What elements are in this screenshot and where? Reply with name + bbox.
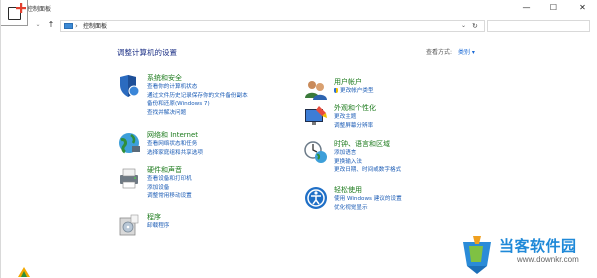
category-title[interactable]: 系统和安全	[147, 74, 182, 83]
view-by-dropdown[interactable]: 类别 ▾	[458, 49, 475, 56]
link-homegroup-sharing[interactable]: 选择家庭组和共享选项	[147, 149, 203, 158]
watermark-url: www.downkr.com	[517, 255, 579, 264]
breadcrumb-control-panel[interactable]: 控制面板	[83, 22, 107, 31]
view-by: 查看方式: 类别 ▾	[426, 47, 475, 56]
watermark-text: 当客软件园	[499, 237, 577, 255]
link-screen-resolution[interactable]: 调整屏幕分辨率	[334, 122, 373, 131]
breadcrumb-separator[interactable]: ›	[75, 21, 78, 31]
link-change-account-type[interactable]: 更改帐户类型	[334, 87, 374, 96]
ease-of-access-icon	[305, 187, 327, 209]
network-globe-icon	[119, 133, 140, 154]
users-icon	[305, 81, 327, 100]
view-by-label: 查看方式:	[426, 49, 453, 56]
printer-icon	[120, 168, 138, 189]
category-title[interactable]: 用户帐户	[334, 78, 362, 87]
title-bar: 控制面板 — ☐ ✕	[1, 0, 597, 16]
link-add-device[interactable]: 添加设备	[147, 184, 192, 193]
link-recommended-settings[interactable]: 使用 Windows 建议的设置	[334, 195, 402, 204]
link-view-computer-status[interactable]: 查看你的计算机状态	[147, 83, 248, 92]
up-arrow-icon[interactable]: ↑	[46, 19, 56, 31]
close-button[interactable]: ✕	[570, 0, 595, 16]
link-add-language[interactable]: 添加语言	[334, 149, 401, 158]
category-title[interactable]: 外观和个性化	[334, 104, 376, 113]
category-title[interactable]: 时钟、语言和区域	[334, 140, 390, 149]
maximize-button[interactable]: ☐	[541, 0, 566, 16]
navigation-bar: ← → ⌄ ↑ › 控制面板 ⌄ ↻	[1, 16, 597, 36]
address-dropdown-icon[interactable]: ⌄	[461, 21, 466, 31]
category-title[interactable]: 硬件和声音	[147, 166, 182, 175]
minimize-button[interactable]: —	[514, 0, 539, 16]
category-title[interactable]: 轻松使用	[334, 186, 362, 195]
clock-globe-icon	[304, 141, 327, 163]
appearance-palette-icon	[305, 106, 327, 125]
link-file-history-backup[interactable]: 通过文件历史记录保存你的文件备份副本	[147, 92, 248, 101]
link-network-status[interactable]: 查看网络状态和任务	[147, 140, 203, 149]
link-backup-restore[interactable]: 备份和还原(Windows 7)	[147, 100, 248, 109]
watermark-logo-icon	[463, 236, 491, 274]
link-optimize-visual-display[interactable]: 优化视觉显示	[334, 204, 402, 213]
recent-locations-chevron-icon[interactable]: ⌄	[33, 19, 43, 31]
link-devices-printers[interactable]: 查看设备和打印机	[147, 175, 192, 184]
category-title[interactable]: 网络和 Internet	[147, 131, 198, 140]
control-panel-window: 控制面板 — ☐ ✕ ← → ⌄ ↑ › 控制面板 ⌄ ↻ 调整计算机的设置 查…	[0, 0, 597, 278]
link-change-input-method[interactable]: 更换输入法	[334, 158, 401, 167]
new-window-badge-icon[interactable]	[1, 0, 28, 26]
programs-disc-icon	[119, 214, 139, 236]
window-title: 控制面板	[27, 6, 52, 13]
category-title[interactable]: 程序	[147, 213, 161, 222]
shield-icon	[120, 75, 140, 97]
control-panel-location-icon	[64, 23, 73, 29]
address-bar[interactable]: › 控制面板 ⌄ ↻	[60, 20, 485, 32]
refresh-icon[interactable]: ↻	[472, 21, 478, 31]
page-title: 调整计算机的设置	[117, 48, 177, 57]
taskbar-app-icon[interactable]	[17, 266, 31, 278]
link-date-time-format[interactable]: 更改日期、时间或数字格式	[334, 166, 401, 175]
search-input[interactable]	[487, 20, 590, 32]
site-watermark: 当客软件园 www.downkr.com	[457, 232, 597, 276]
link-troubleshoot[interactable]: 查找并解决问题	[147, 109, 248, 118]
link-mobility-settings[interactable]: 调整常用移动设置	[147, 192, 192, 201]
link-change-theme[interactable]: 更改主题	[334, 113, 373, 122]
link-uninstall-program[interactable]: 卸载程序	[147, 222, 169, 231]
